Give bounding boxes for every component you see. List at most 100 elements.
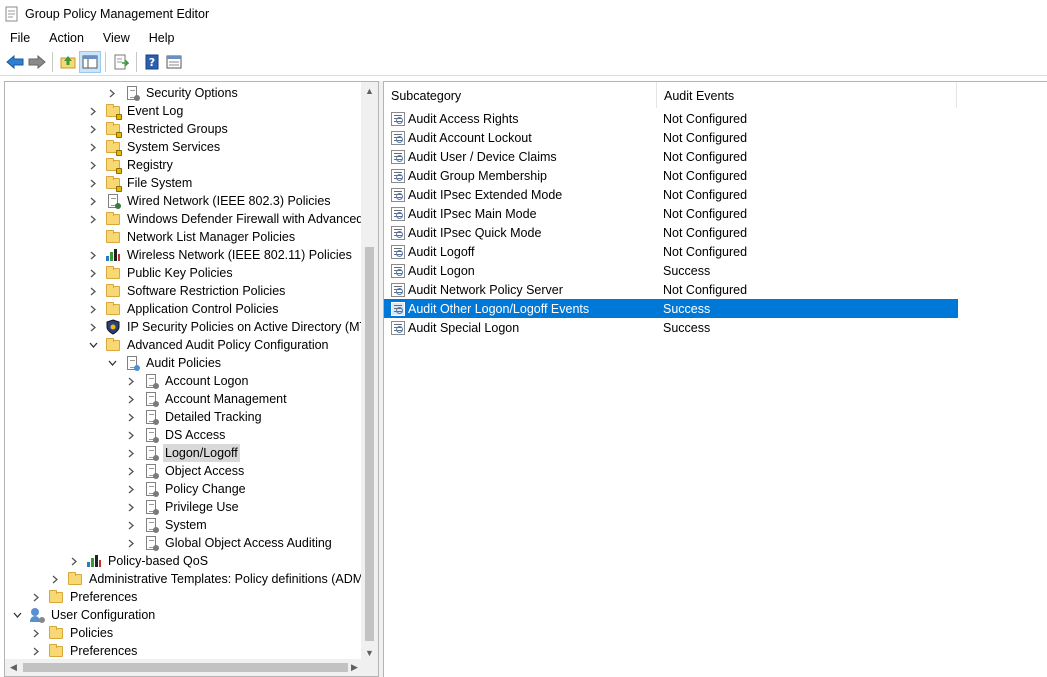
tree-item[interactable]: Registry xyxy=(87,156,175,174)
column-header-subcategory[interactable]: Subcategory xyxy=(384,82,657,108)
list-item[interactable]: Audit IPsec Extended Mode Not Configured xyxy=(384,185,958,204)
chevron-right-icon[interactable] xyxy=(125,534,137,552)
list-item[interactable]: Audit Network Policy Server Not Configure… xyxy=(384,280,958,299)
chevron-right-icon[interactable] xyxy=(87,318,99,336)
chevron-right-icon[interactable] xyxy=(68,552,80,570)
chevron-right-icon[interactable] xyxy=(106,84,118,102)
chevron-down-icon[interactable] xyxy=(87,336,99,354)
tree-item[interactable]: Restricted Groups xyxy=(87,120,230,138)
tree-item[interactable]: Administrative Templates: Policy definit… xyxy=(49,570,363,588)
tree-item[interactable]: Privilege Use xyxy=(125,498,241,516)
list-item[interactable]: Audit Account Lockout Not Configured xyxy=(384,128,958,147)
tree-item[interactable]: Event Log xyxy=(87,102,185,120)
tree-item[interactable]: System Services xyxy=(87,138,222,156)
tree-item[interactable]: IP Security Policies on Active Directory… xyxy=(87,318,363,336)
help-icon[interactable]: ? xyxy=(141,51,163,73)
menu-view[interactable]: View xyxy=(93,29,139,47)
chevron-right-icon[interactable] xyxy=(87,210,99,228)
policy-icon xyxy=(143,373,159,389)
chevron-right-icon[interactable] xyxy=(87,174,99,192)
list-item[interactable]: Audit User / Device Claims Not Configured xyxy=(384,147,958,166)
list-item[interactable]: Audit IPsec Quick Mode Not Configured xyxy=(384,223,958,242)
tree-item[interactable]: Application Control Policies xyxy=(87,300,280,318)
chevron-right-icon[interactable] xyxy=(125,498,137,516)
chevron-right-icon[interactable] xyxy=(49,570,61,588)
tree-item[interactable]: DS Access xyxy=(125,426,227,444)
scroll-left-icon[interactable]: ◀ xyxy=(5,659,22,676)
chevron-down-icon[interactable] xyxy=(106,354,118,372)
tree-item[interactable]: Logon/Logoff xyxy=(125,444,240,462)
chevron-right-icon[interactable] xyxy=(87,264,99,282)
chevron-right-icon[interactable] xyxy=(30,642,42,660)
chevron-right-icon[interactable] xyxy=(87,156,99,174)
tree-item[interactable]: Account Logon xyxy=(125,372,250,390)
tree-item[interactable]: Detailed Tracking xyxy=(125,408,264,426)
chevron-right-icon[interactable] xyxy=(87,246,99,264)
tree-item[interactable]: Wireless Network (IEEE 802.11) Policies xyxy=(87,246,354,264)
list-item[interactable]: Audit IPsec Main Mode Not Configured xyxy=(384,204,958,223)
tree-item[interactable]: Account Management xyxy=(125,390,289,408)
chevron-right-icon[interactable] xyxy=(125,408,137,426)
chevron-right-icon[interactable] xyxy=(125,480,137,498)
tree-item[interactable]: Preferences xyxy=(30,588,139,606)
forward-arrow-icon[interactable] xyxy=(26,51,48,73)
tree-item[interactable]: Audit Policies xyxy=(106,354,223,372)
tree-vertical-scrollbar[interactable]: ▲ ▼ xyxy=(361,82,378,661)
tree-item[interactable]: File System xyxy=(87,174,194,192)
chevron-right-icon[interactable] xyxy=(87,192,99,210)
chevron-right-icon[interactable] xyxy=(125,462,137,480)
folder-icon xyxy=(48,589,64,605)
tree-item[interactable]: Policy-based QoS xyxy=(68,552,210,570)
tree-item[interactable]: Policies xyxy=(30,624,115,642)
tree-item[interactable]: Wired Network (IEEE 802.3) Policies xyxy=(87,192,333,210)
chevron-down-icon[interactable] xyxy=(11,606,23,624)
tree-item[interactable]: Object Access xyxy=(125,462,246,480)
chevron-right-icon[interactable] xyxy=(87,138,99,156)
scroll-thumb[interactable] xyxy=(365,247,374,641)
export-list-icon[interactable] xyxy=(110,51,132,73)
tree-item[interactable]: Public Key Policies xyxy=(87,264,235,282)
list-item[interactable]: Audit Other Logon/Logoff Events Success xyxy=(384,299,958,318)
properties-icon[interactable] xyxy=(163,51,185,73)
chevron-right-icon[interactable] xyxy=(125,390,137,408)
audit-events-cell: Not Configured xyxy=(663,187,748,202)
tree-item[interactable]: Policy Change xyxy=(125,480,248,498)
list-item[interactable]: Audit Access Rights Not Configured xyxy=(384,109,958,128)
list-item[interactable]: Audit Logon Success xyxy=(384,261,958,280)
chevron-right-icon[interactable] xyxy=(125,372,137,390)
list-item[interactable]: Audit Logoff Not Configured xyxy=(384,242,958,261)
scroll-up-icon[interactable]: ▲ xyxy=(361,82,378,99)
scroll-thumb[interactable] xyxy=(23,663,348,672)
menu-action[interactable]: Action xyxy=(39,29,93,47)
back-arrow-icon[interactable] xyxy=(4,51,26,73)
chevron-right-icon[interactable] xyxy=(87,102,99,120)
tree-item[interactable]: Security Options xyxy=(106,84,240,102)
chevron-right-icon[interactable] xyxy=(125,444,137,462)
list-item[interactable]: Audit Special Logon Success xyxy=(384,318,958,337)
tree-item[interactable]: Global Object Access Auditing xyxy=(125,534,334,552)
column-header-audit-events[interactable]: Audit Events xyxy=(657,82,957,108)
menu-file[interactable]: File xyxy=(0,29,39,47)
tree-item[interactable]: Network List Manager Policies xyxy=(87,228,297,246)
chevron-right-icon[interactable] xyxy=(125,516,137,534)
subcategory-label: Audit Logon xyxy=(408,263,475,278)
list-item[interactable]: Audit Group Membership Not Configured xyxy=(384,166,958,185)
tree-item[interactable]: Preferences xyxy=(30,642,139,660)
chevron-right-icon[interactable] xyxy=(87,120,99,138)
scroll-corner xyxy=(361,659,378,676)
subcategory-cell: Audit Access Rights xyxy=(384,111,657,126)
tree-item[interactable]: Windows Defender Firewall with Advanced … xyxy=(87,210,363,228)
up-folder-icon[interactable] xyxy=(57,51,79,73)
chevron-right-icon[interactable] xyxy=(87,282,99,300)
chevron-right-icon[interactable] xyxy=(87,300,99,318)
tree-item[interactable]: System xyxy=(125,516,209,534)
tree-item[interactable]: User Configuration xyxy=(11,606,157,624)
chevron-right-icon[interactable] xyxy=(30,624,42,642)
chevron-right-icon[interactable] xyxy=(30,588,42,606)
tree-horizontal-scrollbar[interactable]: ◀ ▶ xyxy=(5,659,363,676)
tree-item[interactable]: Software Restriction Policies xyxy=(87,282,287,300)
show-hide-tree-icon[interactable] xyxy=(79,50,101,73)
tree-item[interactable]: Advanced Audit Policy Configuration xyxy=(87,336,331,354)
chevron-right-icon[interactable] xyxy=(125,426,137,444)
menu-help[interactable]: Help xyxy=(139,29,184,47)
